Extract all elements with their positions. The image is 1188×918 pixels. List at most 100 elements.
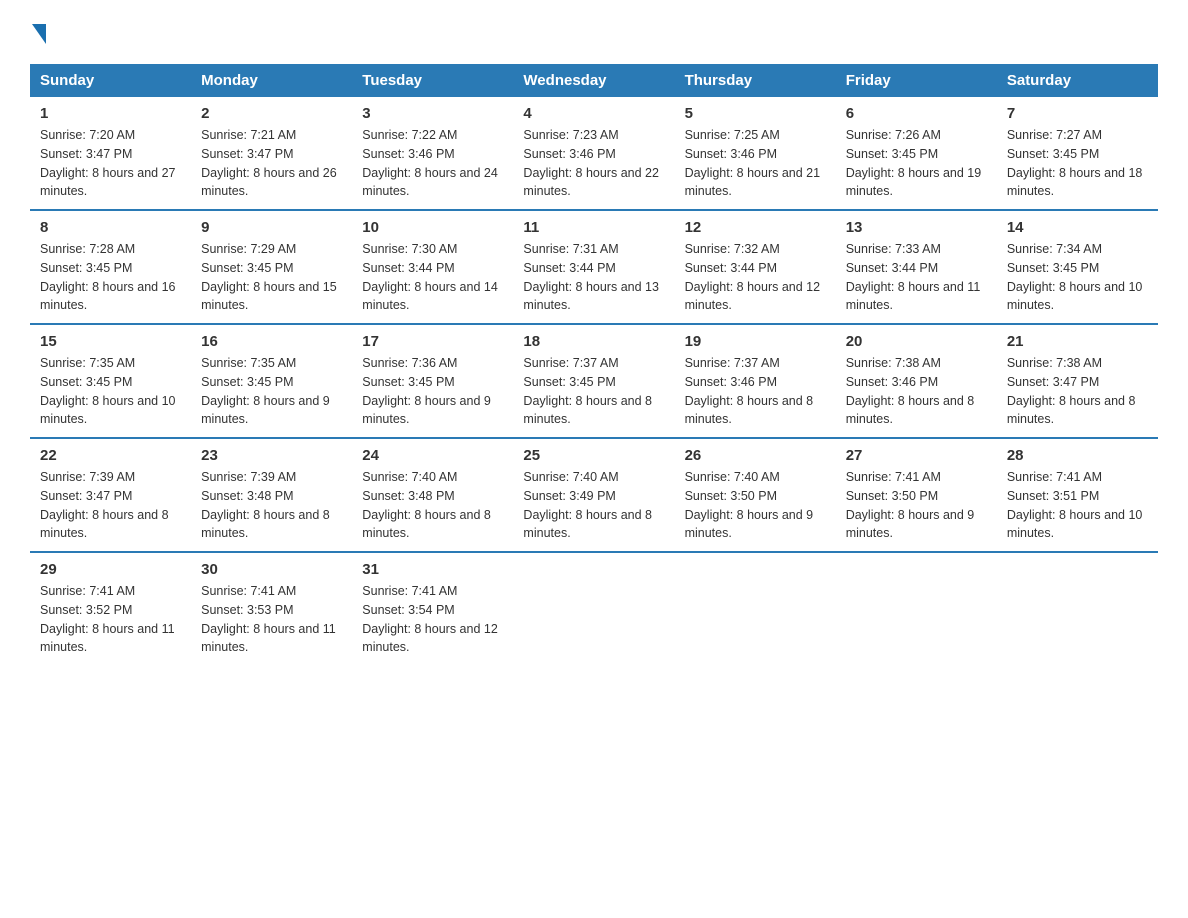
day-info: Sunrise: 7:40 AMSunset: 3:49 PMDaylight:…: [523, 468, 664, 543]
header-day-tuesday: Tuesday: [352, 64, 513, 97]
calendar-cell: 3Sunrise: 7:22 AMSunset: 3:46 PMDaylight…: [352, 97, 513, 210]
calendar-week-2: 8 Sunrise: 7:28 AMSunset: 3:45 PMDaylight…: [30, 210, 1158, 324]
day-info: Sunrise: 7:38 AMSunset: 3:46 PMDaylight:…: [846, 354, 987, 429]
calendar-cell: 31 Sunrise: 7:41 AMSunset: 3:54 PMDayligh…: [352, 552, 513, 665]
calendar-week-3: 15 Sunrise: 7:35 AMSunset: 3:45 PMDayligh…: [30, 324, 1158, 438]
calendar-cell: 29 Sunrise: 7:41 AMSunset: 3:52 PMDayligh…: [30, 552, 191, 665]
calendar-cell: 12 Sunrise: 7:32 AMSunset: 3:44 PMDayligh…: [675, 210, 836, 324]
day-info: Sunrise: 7:33 AMSunset: 3:44 PMDaylight:…: [846, 240, 987, 315]
calendar-cell: [836, 552, 997, 665]
day-number: 24: [362, 447, 503, 464]
day-number: 28: [1007, 447, 1148, 464]
day-info: Sunrise: 7:32 AMSunset: 3:44 PMDaylight:…: [685, 240, 826, 315]
day-number: 16: [201, 333, 342, 350]
calendar-cell: 9 Sunrise: 7:29 AMSunset: 3:45 PMDaylight…: [191, 210, 352, 324]
day-info: Sunrise: 7:39 AMSunset: 3:48 PMDaylight:…: [201, 468, 342, 543]
day-number: 9: [201, 219, 342, 236]
calendar-cell: 18 Sunrise: 7:37 AMSunset: 3:45 PMDayligh…: [513, 324, 674, 438]
day-info: Sunrise: 7:27 AMSunset: 3:45 PMDaylight:…: [1007, 126, 1148, 201]
calendar-cell: 15Sunrise: 7:35 AMSunset: 3:45 PMDayligh…: [30, 324, 191, 438]
day-number: 17: [362, 333, 503, 350]
calendar-cell: 5Sunrise: 7:25 AMSunset: 3:46 PMDaylight…: [675, 97, 836, 210]
day-number: 14: [1007, 219, 1148, 236]
calendar-cell: [997, 552, 1158, 665]
calendar-week-1: 1 Sunrise: 7:20 AMSunset: 3:47 PMDaylight…: [30, 97, 1158, 210]
day-info: Sunrise: 7:30 AMSunset: 3:44 PMDaylight:…: [362, 240, 503, 315]
day-number: 1: [40, 105, 181, 122]
day-info: Sunrise: 7:28 AMSunset: 3:45 PMDaylight:…: [40, 240, 181, 315]
header-day-monday: Monday: [191, 64, 352, 97]
day-number: 21: [1007, 333, 1148, 350]
day-info: Sunrise: 7:41 AMSunset: 3:54 PMDaylight:…: [362, 582, 503, 657]
calendar-cell: 2Sunrise: 7:21 AMSunset: 3:47 PMDaylight…: [191, 97, 352, 210]
day-info: Sunrise: 7:41 AMSunset: 3:50 PMDaylight:…: [846, 468, 987, 543]
day-number: 30: [201, 561, 342, 578]
day-info: Sunrise: 7:34 AMSunset: 3:45 PMDaylight:…: [1007, 240, 1148, 315]
day-number: 8: [40, 219, 181, 236]
day-info: Sunrise: 7:39 AMSunset: 3:47 PMDaylight:…: [40, 468, 181, 543]
day-number: 4: [523, 105, 664, 122]
logo-triangle-icon: [32, 24, 46, 44]
day-number: 20: [846, 333, 987, 350]
day-number: 26: [685, 447, 826, 464]
header-day-friday: Friday: [836, 64, 997, 97]
day-number: 29: [40, 561, 181, 578]
calendar-cell: 21 Sunrise: 7:38 AMSunset: 3:47 PMDayligh…: [997, 324, 1158, 438]
calendar-cell: [513, 552, 674, 665]
day-number: 13: [846, 219, 987, 236]
header-day-saturday: Saturday: [997, 64, 1158, 97]
day-number: 31: [362, 561, 503, 578]
calendar-cell: 28 Sunrise: 7:41 AMSunset: 3:51 PMDayligh…: [997, 438, 1158, 552]
calendar-cell: 22 Sunrise: 7:39 AMSunset: 3:47 PMDayligh…: [30, 438, 191, 552]
day-info: Sunrise: 7:36 AMSunset: 3:45 PMDaylight:…: [362, 354, 503, 429]
day-number: 2: [201, 105, 342, 122]
day-info: Sunrise: 7:37 AMSunset: 3:45 PMDaylight:…: [523, 354, 664, 429]
calendar-header: SundayMondayTuesdayWednesdayThursdayFrid…: [30, 64, 1158, 97]
day-info: Sunrise: 7:40 AMSunset: 3:50 PMDaylight:…: [685, 468, 826, 543]
calendar-cell: [675, 552, 836, 665]
calendar-cell: 6Sunrise: 7:26 AMSunset: 3:45 PMDaylight…: [836, 97, 997, 210]
calendar-week-5: 29 Sunrise: 7:41 AMSunset: 3:52 PMDayligh…: [30, 552, 1158, 665]
day-info: Sunrise: 7:31 AMSunset: 3:44 PMDaylight:…: [523, 240, 664, 315]
calendar-cell: 10Sunrise: 7:30 AMSunset: 3:44 PMDayligh…: [352, 210, 513, 324]
calendar-cell: 1 Sunrise: 7:20 AMSunset: 3:47 PMDaylight…: [30, 97, 191, 210]
calendar-table: SundayMondayTuesdayWednesdayThursdayFrid…: [30, 64, 1158, 665]
day-info: Sunrise: 7:38 AMSunset: 3:47 PMDaylight:…: [1007, 354, 1148, 429]
day-number: 11: [523, 219, 664, 236]
calendar-cell: 30Sunrise: 7:41 AMSunset: 3:53 PMDayligh…: [191, 552, 352, 665]
day-number: 27: [846, 447, 987, 464]
page-header: [30, 20, 1158, 44]
day-number: 22: [40, 447, 181, 464]
day-info: Sunrise: 7:41 AMSunset: 3:52 PMDaylight:…: [40, 582, 181, 657]
header-day-thursday: Thursday: [675, 64, 836, 97]
calendar-cell: 11 Sunrise: 7:31 AMSunset: 3:44 PMDayligh…: [513, 210, 674, 324]
day-info: Sunrise: 7:20 AMSunset: 3:47 PMDaylight:…: [40, 126, 181, 201]
calendar-cell: 27 Sunrise: 7:41 AMSunset: 3:50 PMDayligh…: [836, 438, 997, 552]
header-day-wednesday: Wednesday: [513, 64, 674, 97]
day-number: 7: [1007, 105, 1148, 122]
day-number: 15: [40, 333, 181, 350]
header-day-sunday: Sunday: [30, 64, 191, 97]
calendar-cell: 16 Sunrise: 7:35 AMSunset: 3:45 PMDayligh…: [191, 324, 352, 438]
calendar-cell: 20 Sunrise: 7:38 AMSunset: 3:46 PMDayligh…: [836, 324, 997, 438]
day-info: Sunrise: 7:41 AMSunset: 3:51 PMDaylight:…: [1007, 468, 1148, 543]
day-info: Sunrise: 7:23 AMSunset: 3:46 PMDaylight:…: [523, 126, 664, 201]
logo: [30, 20, 48, 44]
calendar-cell: 23Sunrise: 7:39 AMSunset: 3:48 PMDayligh…: [191, 438, 352, 552]
calendar-cell: 25 Sunrise: 7:40 AMSunset: 3:49 PMDayligh…: [513, 438, 674, 552]
day-number: 12: [685, 219, 826, 236]
calendar-cell: 24Sunrise: 7:40 AMSunset: 3:48 PMDayligh…: [352, 438, 513, 552]
calendar-cell: 7 Sunrise: 7:27 AMSunset: 3:45 PMDaylight…: [997, 97, 1158, 210]
calendar-cell: 4 Sunrise: 7:23 AMSunset: 3:46 PMDaylight…: [513, 97, 674, 210]
day-number: 6: [846, 105, 987, 122]
day-number: 25: [523, 447, 664, 464]
calendar-cell: 17 Sunrise: 7:36 AMSunset: 3:45 PMDayligh…: [352, 324, 513, 438]
calendar-week-4: 22 Sunrise: 7:39 AMSunset: 3:47 PMDayligh…: [30, 438, 1158, 552]
calendar-cell: 13 Sunrise: 7:33 AMSunset: 3:44 PMDayligh…: [836, 210, 997, 324]
day-number: 19: [685, 333, 826, 350]
calendar-cell: 26 Sunrise: 7:40 AMSunset: 3:50 PMDayligh…: [675, 438, 836, 552]
day-info: Sunrise: 7:35 AMSunset: 3:45 PMDaylight:…: [201, 354, 342, 429]
day-number: 3: [362, 105, 503, 122]
day-number: 18: [523, 333, 664, 350]
day-info: Sunrise: 7:29 AMSunset: 3:45 PMDaylight:…: [201, 240, 342, 315]
